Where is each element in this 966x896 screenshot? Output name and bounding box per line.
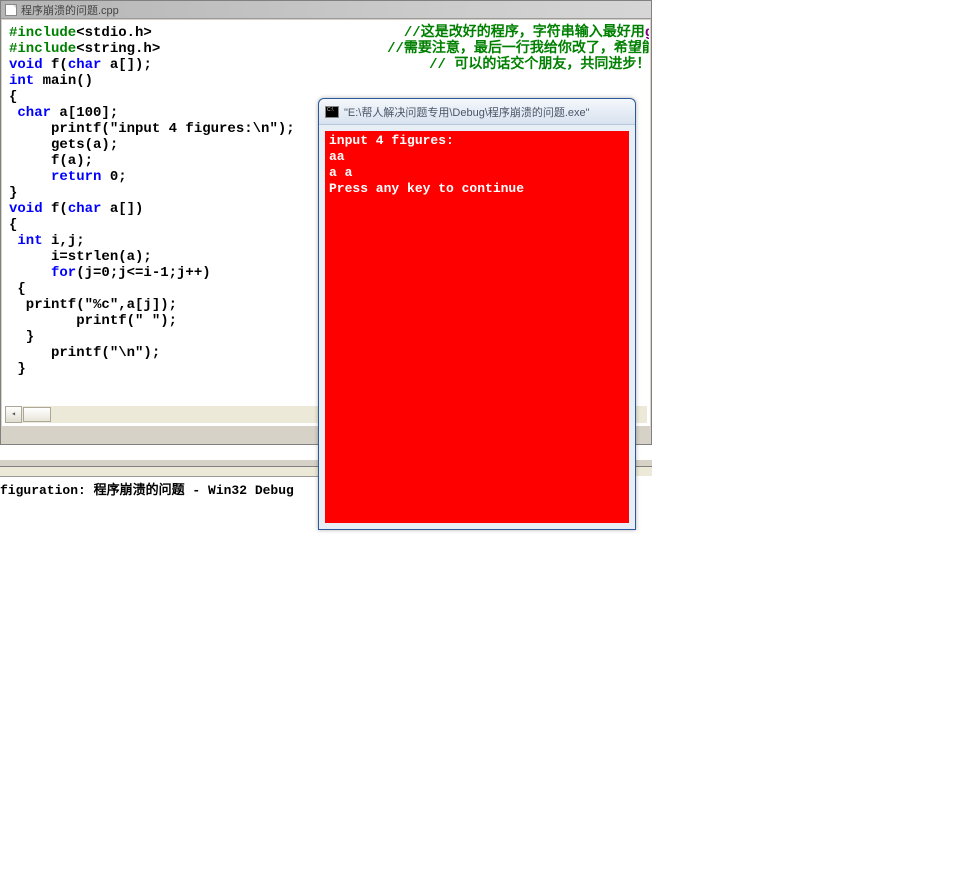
code-text: { <box>9 89 17 105</box>
console-line: Press any key to continue <box>329 181 625 197</box>
build-config-text: figuration: 程序崩溃的问题 - Win32 Debug <box>0 483 294 498</box>
code-text: f( <box>43 57 68 73</box>
console-title-bar[interactable]: "E:\帮人解决问题专用\Debug\程序崩溃的问题.exe" <box>319 99 635 125</box>
code-text: f(a); <box>9 153 93 169</box>
code-text: { <box>9 217 17 233</box>
code-text: main() <box>34 73 93 89</box>
code-text: 0; <box>101 169 126 185</box>
console-output[interactable]: input 4 figures: aa a a Press any key to… <box>325 131 629 523</box>
code-text: a[]); <box>101 57 151 73</box>
scroll-thumb[interactable] <box>23 407 51 422</box>
keyword: void <box>9 201 43 217</box>
code-text: { <box>9 281 26 297</box>
console-line: input 4 figures: <box>329 133 625 149</box>
code-text: printf("\n"); <box>9 345 160 361</box>
code-text: } <box>9 361 26 377</box>
code-text: } <box>9 185 17 201</box>
code-text: <stdio.h> <box>76 25 152 41</box>
code-text: a[]) <box>101 201 143 217</box>
console-icon <box>325 106 339 118</box>
code-text: i=strlen(a); <box>9 249 152 265</box>
console-window: "E:\帮人解决问题专用\Debug\程序崩溃的问题.exe" input 4 … <box>318 98 636 530</box>
preproc-kw: #include <box>9 25 76 41</box>
code-text: f( <box>43 201 68 217</box>
code-text: a[100]; <box>51 105 118 121</box>
comment-kw: gets <box>645 25 650 41</box>
keyword: return <box>9 169 101 185</box>
code-text: printf("input 4 figures:\n"); <box>9 121 295 137</box>
console-line: aa <box>329 149 625 165</box>
console-line: a a <box>329 165 625 181</box>
code-text: gets(a); <box>9 137 118 153</box>
keyword: int <box>9 233 43 249</box>
preproc-kw: #include <box>9 41 76 57</box>
keyword: for <box>9 265 76 281</box>
comment: //这是改好的程序，字符串输入最好用 <box>404 25 645 41</box>
ide-filename: 程序崩溃的问题.cpp <box>21 2 119 18</box>
ide-title-bar[interactable]: 程序崩溃的问题.cpp <box>1 1 651 19</box>
keyword: char <box>68 201 102 217</box>
build-output-panel[interactable]: figuration: 程序崩溃的问题 - Win32 Debug <box>0 476 318 498</box>
console-title-text: "E:\帮人解决问题专用\Debug\程序崩溃的问题.exe" <box>344 104 590 120</box>
scroll-left-button[interactable]: ◂ <box>5 406 22 423</box>
code-text: printf("%c",a[j]); <box>9 297 177 313</box>
comment: //需要注意，最后一行我给你改了，希望能帮 <box>387 41 650 57</box>
code-text: printf(" "); <box>9 313 177 329</box>
keyword: char <box>68 57 102 73</box>
document-icon <box>5 4 17 16</box>
code-text: <string.h> <box>76 41 160 57</box>
keyword: char <box>9 105 51 121</box>
code-text: i,j; <box>43 233 85 249</box>
code-text: (j=0;j<=i-1;j++) <box>76 265 210 281</box>
keyword: void <box>9 57 43 73</box>
comment: // 可以的话交个朋友，共同进步！ <box>429 57 650 73</box>
keyword: int <box>9 73 34 89</box>
code-text: } <box>9 329 34 345</box>
